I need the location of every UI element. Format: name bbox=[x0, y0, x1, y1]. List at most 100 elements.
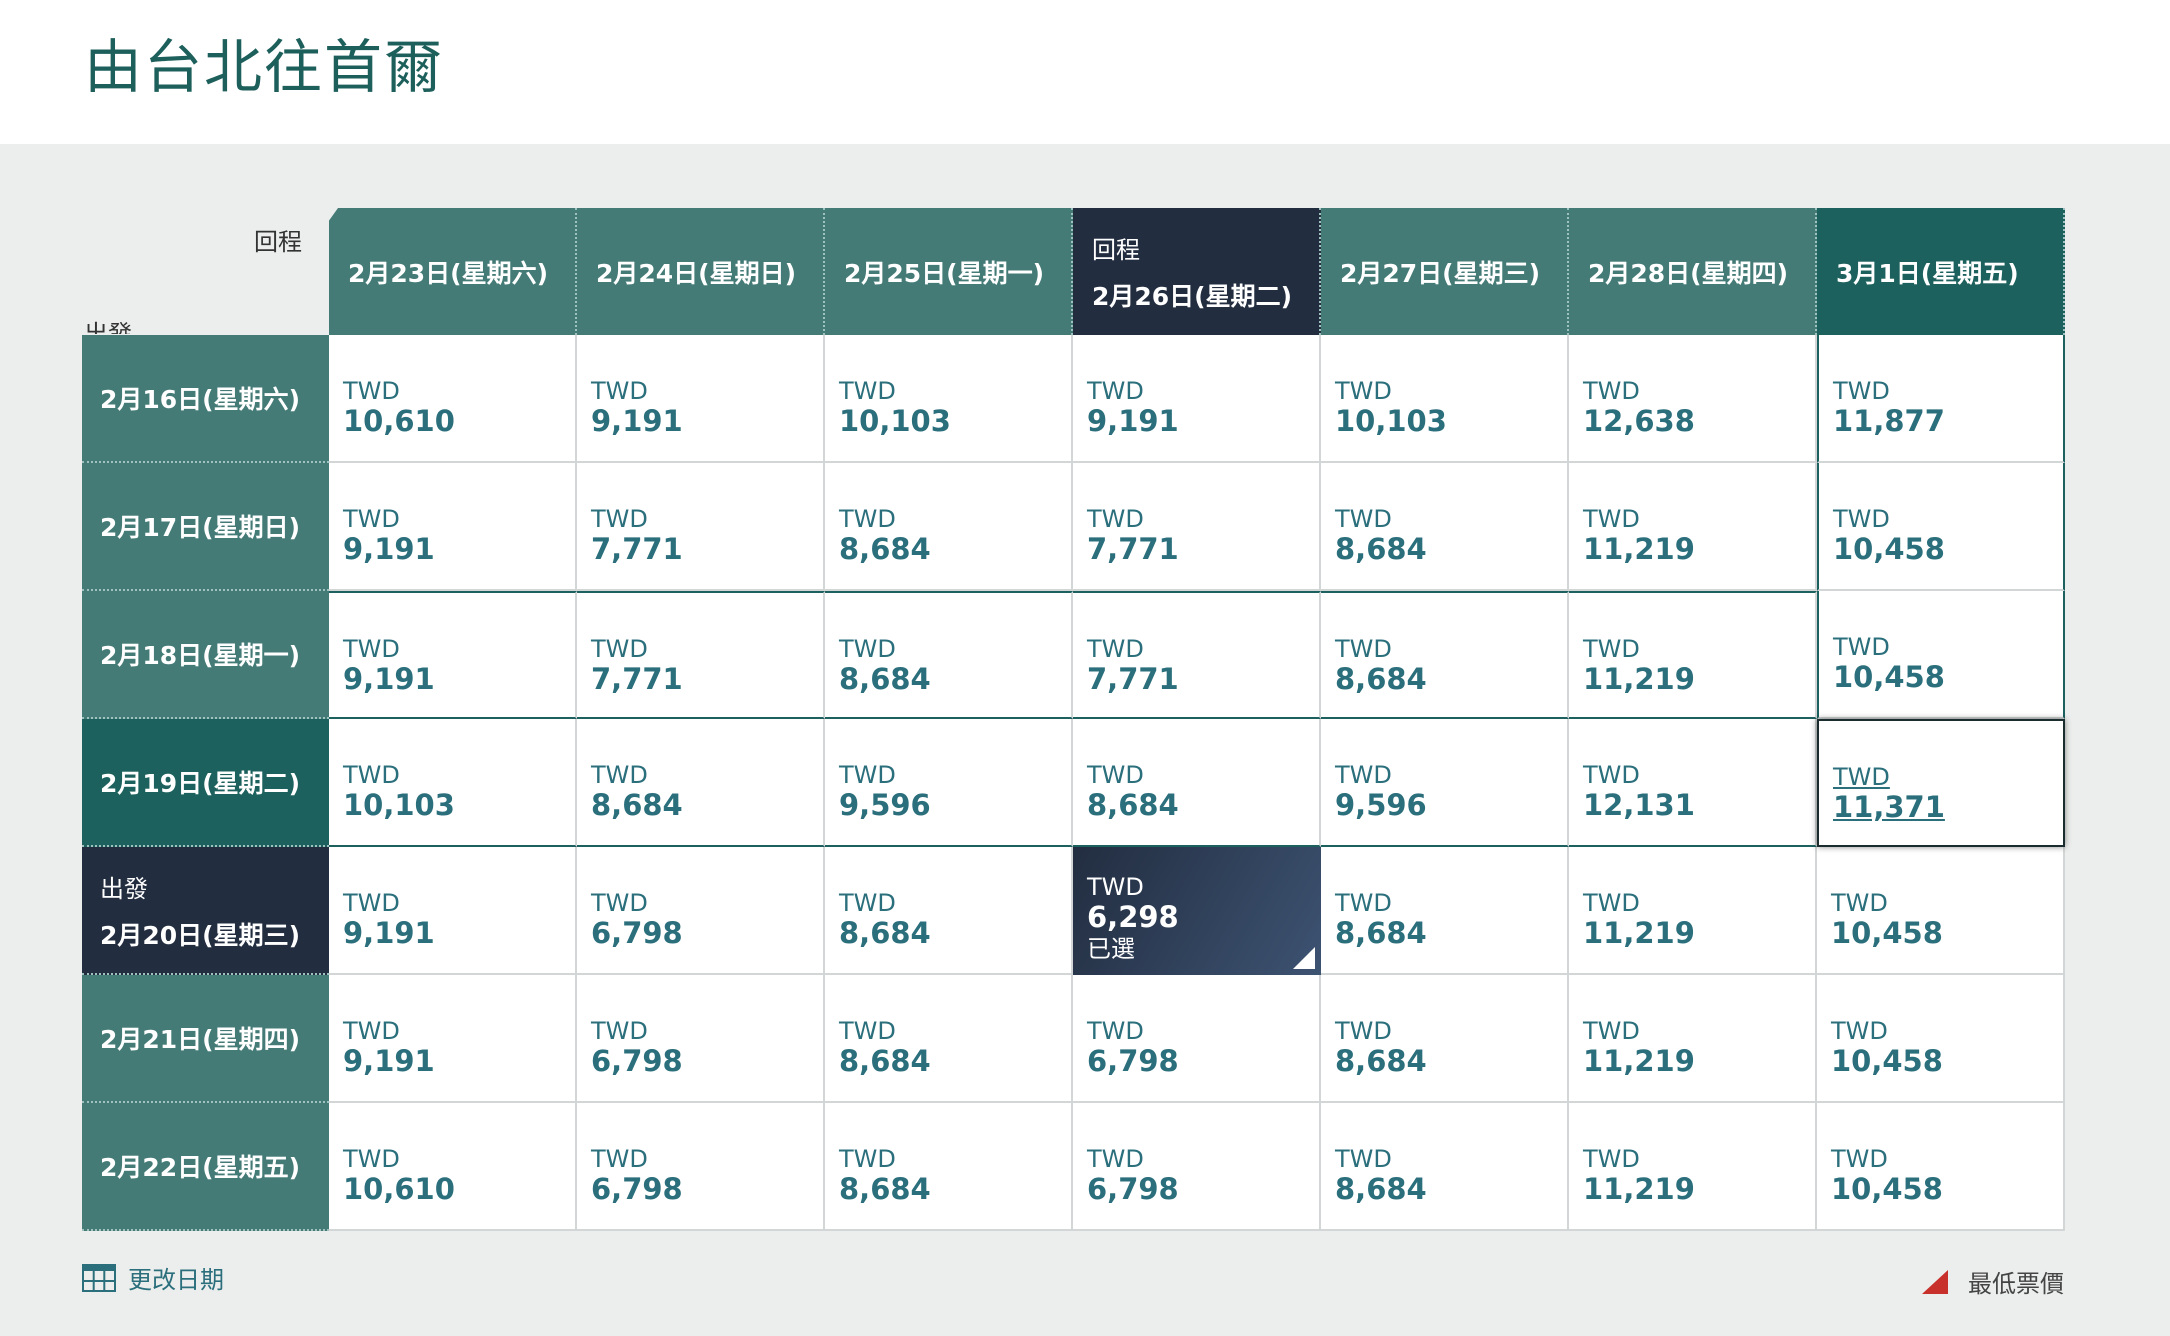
fare-cell[interactable]: TWD 12,638 bbox=[1569, 335, 1817, 463]
currency-label: TWD bbox=[1583, 377, 1640, 405]
currency-label: TWD bbox=[1335, 505, 1392, 533]
fare-cell[interactable]: TWD 8,684 bbox=[825, 1103, 1073, 1231]
fare-cell[interactable]: TWD 10,458 bbox=[1817, 975, 2065, 1103]
fare-cell[interactable]: TWD 11,219 bbox=[1569, 847, 1817, 975]
fare-cell[interactable]: TWD 8,684 bbox=[825, 463, 1073, 591]
fare-cell[interactable]: TWD 11,877 bbox=[1817, 335, 2065, 463]
fare-cell[interactable]: TWD 8,684 bbox=[1321, 463, 1569, 591]
fare-cell[interactable]: TWD 7,771 bbox=[1073, 463, 1321, 591]
return-date-label: 2月27日(星期三) bbox=[1340, 258, 1541, 288]
selected-label: 已選 bbox=[1087, 935, 1135, 963]
fare-cell[interactable]: TWD 11,219 bbox=[1569, 591, 1817, 719]
fare-cell[interactable]: TWD 10,458 bbox=[1817, 591, 2065, 719]
depart-date-label: 2月22日(星期五) bbox=[100, 1153, 301, 1182]
fare-cell[interactable]: TWD 10,103 bbox=[329, 719, 577, 847]
fare-cell[interactable]: TWD 8,684 bbox=[1073, 719, 1321, 847]
change-date-button[interactable]: 更改日期 bbox=[82, 1260, 224, 1295]
fare-cell[interactable]: TWD 8,684 bbox=[1321, 847, 1569, 975]
currency-label: TWD bbox=[1087, 635, 1144, 663]
return-date-header[interactable]: 2月24日(星期日) bbox=[577, 208, 825, 335]
fare-cell[interactable]: TWD 9,191 bbox=[329, 847, 577, 975]
fare-amount: 6,798 bbox=[1087, 1044, 1179, 1078]
fare-cell[interactable]: TWD 9,596 bbox=[1321, 719, 1569, 847]
fare-cell[interactable]: TWD 6,798 bbox=[1073, 1103, 1321, 1231]
fare-cell[interactable]: TWD 11,219 bbox=[1569, 463, 1817, 591]
return-date-label: 3月1日(星期五) bbox=[1836, 258, 2019, 288]
currency-label: TWD bbox=[1087, 1145, 1144, 1173]
fare-cell[interactable]: TWD 8,684 bbox=[1321, 591, 1569, 719]
depart-date-header[interactable]: 出發 2月20日(星期三) bbox=[82, 847, 329, 975]
fare-cell[interactable]: TWD 7,771 bbox=[1073, 591, 1321, 719]
fare-amount: 12,638 bbox=[1583, 404, 1695, 438]
fare-cell[interactable]: TWD 9,191 bbox=[329, 463, 577, 591]
calendar-icon bbox=[82, 1263, 116, 1292]
depart-date-header[interactable]: 2月22日(星期五) bbox=[82, 1103, 329, 1231]
fare-cell[interactable]: TWD 9,191 bbox=[329, 591, 577, 719]
depart-date-header[interactable]: 2月21日(星期四) bbox=[82, 975, 329, 1103]
fare-cell[interactable]: TWD 6,798 bbox=[577, 975, 825, 1103]
change-date-label: 更改日期 bbox=[128, 1266, 224, 1294]
depart-date-header[interactable]: 2月18日(星期一) bbox=[82, 591, 329, 719]
fare-cell[interactable]: TWD 8,684 bbox=[1321, 975, 1569, 1103]
fare-cell[interactable]: TWD 7,771 bbox=[577, 463, 825, 591]
fare-amount: 6,798 bbox=[591, 1044, 683, 1078]
fare-cell[interactable]: TWD 8,684 bbox=[1321, 1103, 1569, 1231]
currency-label: TWD bbox=[591, 377, 648, 405]
return-date-header[interactable]: 3月1日(星期五) bbox=[1817, 208, 2065, 335]
fare-cell[interactable]: TWD 8,684 bbox=[577, 719, 825, 847]
fare-amount: 8,684 bbox=[839, 662, 931, 696]
fare-cell[interactable]: TWD 11,219 bbox=[1569, 975, 1817, 1103]
fare-cell[interactable]: TWD 10,610 bbox=[329, 335, 577, 463]
currency-label: TWD bbox=[1087, 505, 1144, 533]
currency-label: TWD bbox=[839, 1017, 896, 1045]
fare-cell[interactable]: TWD 10,458 bbox=[1817, 1103, 2065, 1231]
return-date-header[interactable]: 2月23日(星期六) bbox=[328, 208, 577, 335]
return-date-header[interactable]: 2月25日(星期一) bbox=[825, 208, 1073, 335]
fare-amount: 10,103 bbox=[839, 404, 951, 438]
fare-cell[interactable]: TWD 9,191 bbox=[577, 335, 825, 463]
fare-amount: 11,219 bbox=[1583, 916, 1695, 950]
return-date-header[interactable]: 2月27日(星期三) bbox=[1321, 208, 1569, 335]
fare-cell[interactable]: TWD 10,458 bbox=[1817, 463, 2065, 591]
currency-label: TWD bbox=[1583, 505, 1640, 533]
depart-date-header[interactable]: 2月16日(星期六) bbox=[82, 335, 329, 463]
fare-amount: 8,684 bbox=[839, 532, 931, 566]
currency-label: TWD bbox=[343, 635, 400, 663]
fare-calendar-grid: 2月23日(星期六) 2月24日(星期日) 2月25日(星期一) 回程 2月26日(星期… bbox=[82, 208, 2065, 1231]
fare-cell[interactable]: TWD 10,103 bbox=[825, 335, 1073, 463]
fare-cell[interactable]: TWD 8,684 bbox=[825, 591, 1073, 719]
currency-label: TWD bbox=[839, 377, 896, 405]
fare-cell[interactable]: TWD 6,798 bbox=[577, 847, 825, 975]
currency-label: TWD bbox=[591, 505, 648, 533]
fare-cell[interactable]: TWD 11,219 bbox=[1569, 1103, 1817, 1231]
depart-date-label: 2月20日(星期三) bbox=[100, 920, 301, 950]
selected-fare-cell[interactable]: TWD 6,298 已選 bbox=[1073, 847, 1321, 975]
fare-amount: 9,596 bbox=[1335, 788, 1427, 822]
fare-cell[interactable]: TWD 9,191 bbox=[1073, 335, 1321, 463]
fare-cell[interactable]: TWD 6,798 bbox=[1073, 975, 1321, 1103]
fare-amount: 11,877 bbox=[1833, 404, 1945, 438]
depart-date-header[interactable]: 2月19日(星期二) bbox=[82, 719, 329, 847]
return-date-header[interactable]: 回程 2月26日(星期二) bbox=[1073, 208, 1321, 335]
fare-cell[interactable]: TWD 6,798 bbox=[577, 1103, 825, 1231]
fare-cell[interactable]: TWD 9,596 bbox=[825, 719, 1073, 847]
fare-cell[interactable]: TWD 7,771 bbox=[577, 591, 825, 719]
fare-cell[interactable]: TWD 12,131 bbox=[1569, 719, 1817, 847]
currency-label: TWD bbox=[839, 635, 896, 663]
fare-cell[interactable]: TWD 10,103 bbox=[1321, 335, 1569, 463]
currency-label: TWD bbox=[343, 377, 400, 405]
red-triangle-icon bbox=[1922, 1269, 1948, 1294]
fare-amount: 9,191 bbox=[343, 532, 435, 566]
fare-cell[interactable]: TWD 10,458 bbox=[1817, 847, 2065, 975]
page-title: 由台北往首爾 bbox=[84, 33, 445, 101]
fare-amount: 10,458 bbox=[1831, 1044, 1943, 1078]
fare-cell[interactable]: TWD 8,684 bbox=[825, 847, 1073, 975]
return-date-header[interactable]: 2月28日(星期四) bbox=[1569, 208, 1817, 335]
currency-label: TWD bbox=[591, 1145, 648, 1173]
depart-date-header[interactable]: 2月17日(星期日) bbox=[82, 463, 329, 591]
fare-cell[interactable]: TWD 9,191 bbox=[329, 975, 577, 1103]
fare-cell[interactable]: TWD 8,684 bbox=[825, 975, 1073, 1103]
fare-cell[interactable]: TWD 10,610 bbox=[329, 1103, 577, 1231]
fare-cell[interactable]: TWD 11,371 bbox=[1817, 719, 2065, 847]
fare-amount: 10,103 bbox=[1335, 404, 1447, 438]
